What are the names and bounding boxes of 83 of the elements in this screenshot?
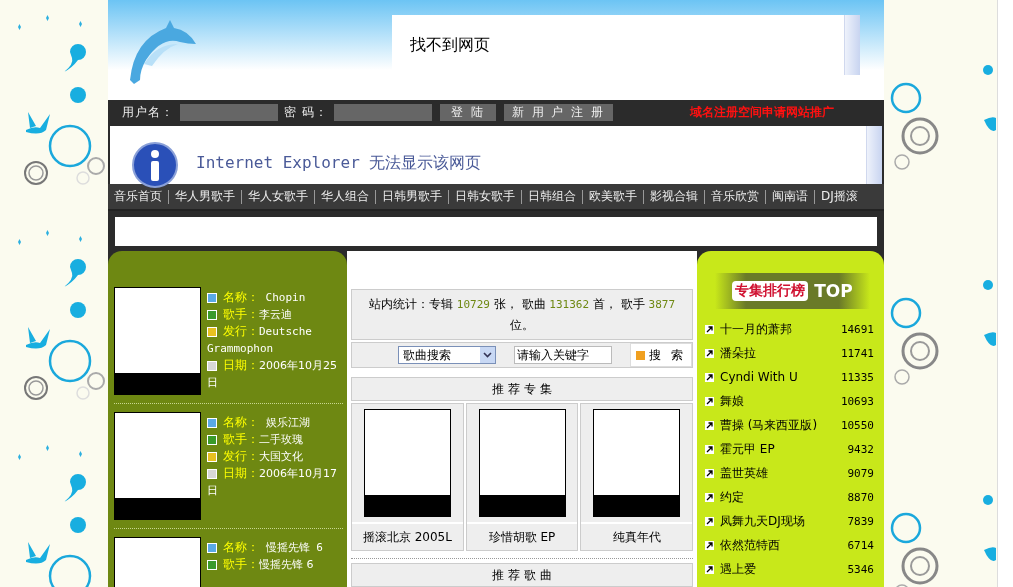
nav-link[interactable]: 华人女歌手 (248, 188, 308, 205)
nav-link[interactable]: 日韩女歌手 (455, 188, 515, 205)
arrow-icon (705, 540, 714, 550)
album-cover[interactable] (593, 409, 681, 517)
search-button[interactable]: 搜 索 (630, 343, 692, 367)
arrow-icon (705, 492, 714, 502)
album-title[interactable]: 珍惜胡歌 EP (466, 524, 578, 550)
arrow-icon (705, 444, 714, 454)
album-link[interactable]: 凤舞九天DJ现场 (720, 512, 842, 530)
arrow-icon (705, 324, 714, 334)
album-cover[interactable] (478, 409, 566, 517)
album-link[interactable]: 十一月的萧邦 (720, 320, 835, 338)
arrow-icon (705, 564, 714, 574)
view-count: 14691 (840, 322, 874, 336)
album-link[interactable]: 依然范特西 (720, 536, 842, 554)
error-message: 找不到网页 (410, 34, 490, 56)
nav-link[interactable]: 闽南语 (772, 188, 808, 205)
site-stats: 站内统计：专辑 10729 张， 歌曲 131362 首， 歌手 3877 位。 (351, 289, 693, 340)
album-title[interactable]: 摇滚北京 2005L (352, 524, 463, 550)
album-info: 歌手：慢摇先锋 6 (207, 556, 343, 573)
album-link[interactable]: 遇上爱 (720, 560, 842, 578)
login-button[interactable]: 登 陆 (439, 103, 496, 121)
album-link[interactable]: Cyndi With U (720, 370, 835, 384)
album-card[interactable]: 珍惜胡歌 EP (465, 403, 579, 551)
category-dropdown[interactable]: 歌曲搜索 (398, 346, 496, 364)
album-cover[interactable] (114, 287, 201, 395)
nav-link[interactable]: 华人组合 (321, 188, 369, 205)
nav-link[interactable]: 音乐欣赏 (711, 188, 759, 205)
album-info: 名称： 慢摇先锋 6 (207, 539, 343, 556)
username-label: 用户名： (122, 103, 174, 121)
nav-link[interactable]: 日韩组合 (528, 188, 576, 205)
album-info: 日期：2006年10月17日 (207, 465, 338, 499)
album-info: 发行：大国文化 (207, 448, 343, 465)
view-count: 11335 (840, 370, 874, 384)
username-field[interactable] (180, 103, 278, 121)
view-count: 5346 (847, 562, 874, 576)
error-message: Internet Explorer 无法显示该网页 (196, 152, 482, 174)
album-info: 名称： Chopin (207, 289, 343, 306)
arrow-icon (705, 516, 714, 526)
view-count: 7839 (847, 514, 874, 528)
album-card[interactable]: 纯真年代 (580, 403, 693, 551)
caret-icon (483, 352, 492, 358)
album-link[interactable]: 舞娘 (720, 392, 835, 410)
view-count: 9079 (847, 466, 874, 480)
nav-link[interactable]: 华人男歌手 (175, 188, 235, 205)
arrow-icon (705, 348, 714, 358)
password-label: 密 码： (284, 103, 328, 121)
album-info: 日期：2006年10月25日 (207, 357, 338, 391)
nav-link[interactable]: 日韩男歌手 (382, 188, 442, 205)
album-link[interactable]: 盖世英雄 (720, 464, 842, 482)
album-cover[interactable] (114, 412, 201, 520)
arrow-icon (705, 372, 714, 382)
album-link[interactable]: 曹操 (马来西亚版) (720, 416, 835, 434)
album-link[interactable]: 霍元甲 EP (720, 440, 842, 458)
view-count: 10550 (840, 418, 874, 432)
view-count: 11741 (840, 346, 874, 360)
nav-link[interactable]: 影视合辑 (650, 188, 698, 205)
album-info: 歌手：二手玫瑰 (207, 431, 343, 448)
album-card[interactable]: 摇滚北京 2005L (351, 403, 464, 551)
album-info: 发行：Deutsche Grammophon (207, 323, 313, 357)
section-heading: 推 荐 歌 曲 (351, 563, 693, 587)
ranking-logo: 专集排行榜 TOP (715, 273, 870, 309)
arrow-icon (705, 396, 714, 406)
album-cover[interactable] (363, 409, 451, 517)
keyword-field[interactable]: 请输入关键字 (514, 346, 612, 364)
view-count: 9432 (847, 442, 874, 456)
album-link[interactable]: 潘朵拉 (720, 344, 835, 362)
album-link[interactable]: 约定 (720, 488, 842, 506)
album-info: 歌手：李云迪 (207, 306, 343, 323)
view-count: 8870 (847, 490, 874, 504)
nav-link[interactable]: 音乐首页 (114, 188, 162, 205)
promo-link[interactable]: 域名注册空间申请网站推广 (690, 103, 834, 121)
arrow-icon (705, 420, 714, 430)
password-field[interactable] (333, 103, 432, 121)
arrow-icon (705, 468, 714, 478)
section-heading: 推 荐 专 集 (351, 377, 693, 401)
nav-link[interactable]: DJ摇滚 (821, 188, 858, 205)
view-count: 10693 (840, 394, 874, 408)
register-button[interactable]: 新 用 户 注 册 (503, 103, 614, 121)
album-title[interactable]: 纯真年代 (581, 524, 692, 550)
nav-link[interactable]: 欧美歌手 (589, 188, 637, 205)
view-count: 6714 (847, 538, 874, 552)
album-info: 名称： 娱乐江湖 (207, 414, 343, 431)
